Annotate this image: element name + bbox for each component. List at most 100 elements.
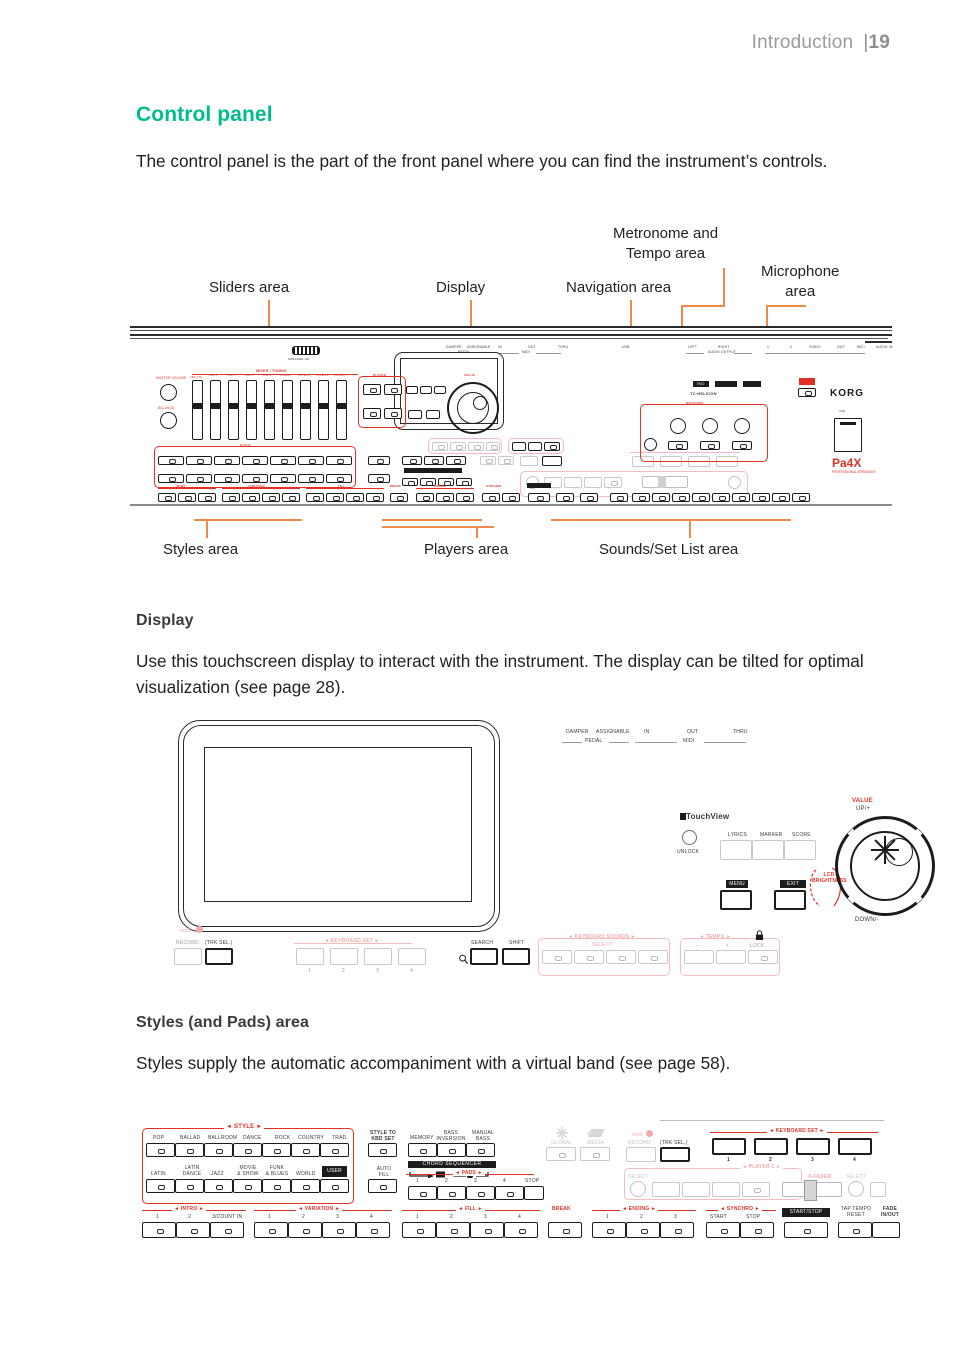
style-btn-movie-show[interactable] <box>233 1179 262 1193</box>
variation-label-large: ◄ VARIATION ► <box>296 1206 343 1212</box>
player1-ffwd-btn[interactable] <box>682 1182 710 1197</box>
style-label-trad: TRAD. <box>332 1135 348 1141</box>
styles-top-rule <box>660 1120 884 1121</box>
auto-fill-label: AUTO FILL <box>376 1166 392 1178</box>
variation-btn-4[interactable] <box>356 1222 390 1238</box>
styles-ks-number-3: 3 <box>811 1157 814 1163</box>
style-btn-jazz[interactable] <box>204 1179 233 1193</box>
style-label-jazz: JAZZ <box>211 1171 224 1177</box>
style-to-kbd-set-btn[interactable] <box>368 1143 397 1157</box>
ending-btn-3[interactable] <box>660 1222 694 1238</box>
x-fader-select-knob[interactable] <box>848 1181 864 1197</box>
player1-select-dial[interactable] <box>630 1181 646 1197</box>
pad-btn-3[interactable] <box>466 1186 495 1200</box>
synchro-start-btn[interactable] <box>706 1222 740 1238</box>
pads-label: ◄ PADS ► <box>453 1170 485 1176</box>
style-label-dance: DANCE <box>243 1135 262 1141</box>
fill-number-3: 3 <box>484 1214 487 1220</box>
style-label-pop: POP <box>153 1135 165 1141</box>
global-icon <box>555 1126 568 1139</box>
global-label: GLOBAL <box>551 1140 573 1146</box>
pad-number-1: 1 <box>416 1178 419 1184</box>
style-btn-rock[interactable] <box>262 1143 291 1157</box>
style-btn-trad[interactable] <box>320 1143 349 1157</box>
pad-btn-2[interactable] <box>437 1186 466 1200</box>
variation-btn-2[interactable] <box>288 1222 322 1238</box>
break-label-large: BREAK <box>552 1206 571 1212</box>
styles-ks-number-2: 2 <box>769 1157 772 1163</box>
variation-btn-1[interactable] <box>254 1222 288 1238</box>
variation-number-2: 2 <box>302 1214 305 1220</box>
synchro-label-large: ◄ SYNCHRO ► <box>718 1206 762 1212</box>
global-btn[interactable] <box>546 1147 576 1161</box>
x-fader-cap-large[interactable] <box>804 1180 817 1201</box>
fill-number-1: 1 <box>416 1214 419 1220</box>
styles-ks-btn-1[interactable] <box>712 1138 746 1155</box>
player1-prev-btn[interactable] <box>712 1182 740 1197</box>
styles-mp3-label: mp3 <box>632 1132 643 1138</box>
styles-ks-number-4: 4 <box>853 1157 856 1163</box>
style-label-funk-blues: FUNK & BLUES <box>265 1165 289 1177</box>
styles-record-btn[interactable] <box>626 1147 656 1162</box>
ending-btn-1[interactable] <box>592 1222 626 1238</box>
chord-sequencer-strip: CHORD SEQUENCER <box>408 1161 496 1168</box>
player1-play-btn[interactable] <box>742 1182 770 1197</box>
variation-number-4: 4 <box>370 1214 373 1220</box>
synchro-stop-btn[interactable] <box>740 1222 774 1238</box>
styles-record-label: RECORD <box>628 1140 651 1146</box>
bass-inversion-btn[interactable] <box>437 1143 466 1157</box>
pad-btn-1[interactable] <box>408 1186 437 1200</box>
break-btn[interactable] <box>548 1222 582 1238</box>
start-stop-btn-large[interactable] <box>784 1222 828 1238</box>
fill-btn-4[interactable] <box>504 1222 538 1238</box>
intro-btn-1[interactable] <box>142 1222 176 1238</box>
style-btn-funk-blues[interactable] <box>262 1179 291 1193</box>
intro-btn-2[interactable] <box>176 1222 210 1238</box>
style-to-kbd-set-label: STYLE TO KBD SET <box>370 1130 396 1142</box>
style-btn-latin-dance[interactable] <box>175 1179 204 1193</box>
styles-keyboard-set-label: ◄ KEYBOARD SET ► <box>767 1128 827 1134</box>
styles-trk-sel-btn[interactable] <box>660 1147 690 1162</box>
style-btn-user[interactable] <box>320 1179 349 1193</box>
style-label-ballad: BALLAD <box>180 1135 201 1141</box>
x-fader-extra-btn[interactable] <box>870 1182 886 1197</box>
fade-in-out-btn[interactable] <box>872 1222 900 1238</box>
styles-ks-number-1: 1 <box>727 1157 730 1163</box>
variation-btn-3[interactable] <box>322 1222 356 1238</box>
pad-number-2: 2 <box>445 1178 448 1184</box>
style-btn-pop[interactable] <box>146 1143 175 1157</box>
styles-ks-btn-4[interactable] <box>838 1138 872 1155</box>
pad-btn-4[interactable] <box>495 1186 524 1200</box>
fill-number-4: 4 <box>518 1214 521 1220</box>
auto-fill-btn[interactable] <box>368 1179 397 1193</box>
styles-panel-artwork: ◄ STYLE ► POP BALLAD BALLROOM DANCE ROCK… <box>140 1118 900 1248</box>
style-btn-world[interactable] <box>291 1179 320 1193</box>
manual-bass-btn[interactable] <box>466 1143 495 1157</box>
styles-ks-btn-2[interactable] <box>754 1138 788 1155</box>
fade-in-out-label: FADE IN/OUT <box>880 1206 900 1218</box>
media-label: MEDIA <box>587 1140 604 1146</box>
style-btn-ballroom[interactable] <box>204 1143 233 1157</box>
style-btn-dance[interactable] <box>233 1143 262 1157</box>
style-btn-latin[interactable] <box>146 1179 175 1193</box>
style-label-ballroom: BALLROOM <box>208 1135 238 1141</box>
fill-btn-3[interactable] <box>470 1222 504 1238</box>
styles-style-label: ◄ STYLE ► <box>224 1124 265 1130</box>
style-btn-country[interactable] <box>291 1143 320 1157</box>
player1-rew-btn[interactable] <box>652 1182 680 1197</box>
style-btn-ballad[interactable] <box>175 1143 204 1157</box>
memory-btn[interactable] <box>408 1143 437 1157</box>
synchro-stop-label: STOP <box>746 1214 761 1220</box>
style-label-world: WORLD <box>296 1171 316 1177</box>
ending-btn-2[interactable] <box>626 1222 660 1238</box>
intro-btn-3[interactable] <box>210 1222 244 1238</box>
figure-styles-area: ◄ STYLE ► POP BALLAD BALLROOM DANCE ROCK… <box>0 0 954 1354</box>
pad-stop-btn[interactable] <box>524 1186 544 1200</box>
media-btn[interactable] <box>580 1147 610 1161</box>
styles-ks-btn-3[interactable] <box>796 1138 830 1155</box>
tap-tempo-reset-btn[interactable] <box>838 1222 872 1238</box>
pad-number-4: 4 <box>503 1178 506 1184</box>
style-label-latin: LATIN <box>151 1171 166 1177</box>
fill-btn-1[interactable] <box>402 1222 436 1238</box>
fill-btn-2[interactable] <box>436 1222 470 1238</box>
